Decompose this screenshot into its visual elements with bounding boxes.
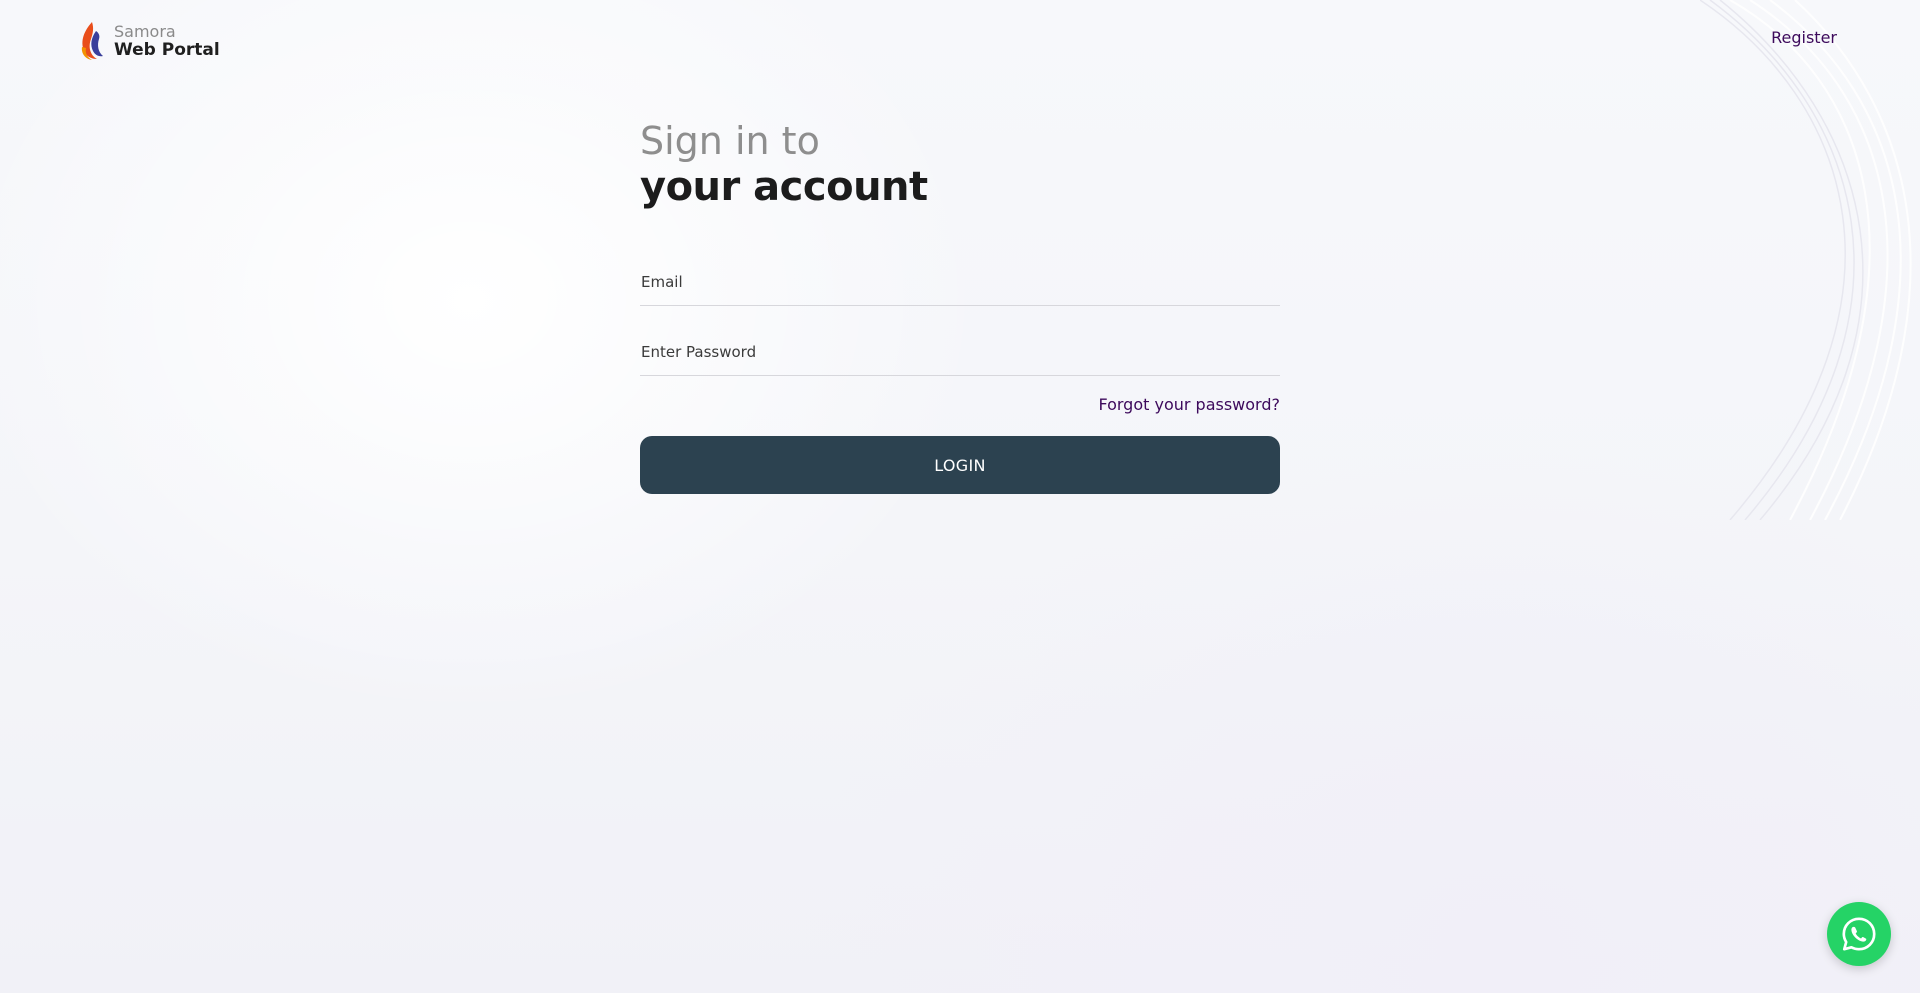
brand-name-top: Samora <box>114 22 176 41</box>
page-title-line1: Sign in to <box>640 119 820 163</box>
brand-logo[interactable]: Samora Web Portal <box>78 21 220 61</box>
login-button[interactable]: LOGIN <box>640 436 1280 494</box>
password-field-wrapper <box>640 306 1280 376</box>
register-link[interactable]: Register <box>1771 28 1837 47</box>
email-field-wrapper <box>640 236 1280 306</box>
email-field[interactable] <box>641 273 1271 291</box>
login-form: Sign in to your account Forgot your pass… <box>640 118 1280 494</box>
page-title-line2: your account <box>640 164 928 210</box>
brand-name-bottom: Web Portal <box>114 40 220 60</box>
forgot-row: Forgot your password? <box>640 395 1280 414</box>
brand-text: Samora Web Portal <box>114 22 220 60</box>
flame-logo-icon <box>81 22 103 60</box>
whatsapp-chat-button[interactable] <box>1827 902 1891 966</box>
whatsapp-icon <box>1842 917 1876 951</box>
forgot-password-link[interactable]: Forgot your password? <box>1098 395 1280 414</box>
decorative-arcs <box>1700 0 1912 520</box>
password-field[interactable] <box>641 343 1271 361</box>
